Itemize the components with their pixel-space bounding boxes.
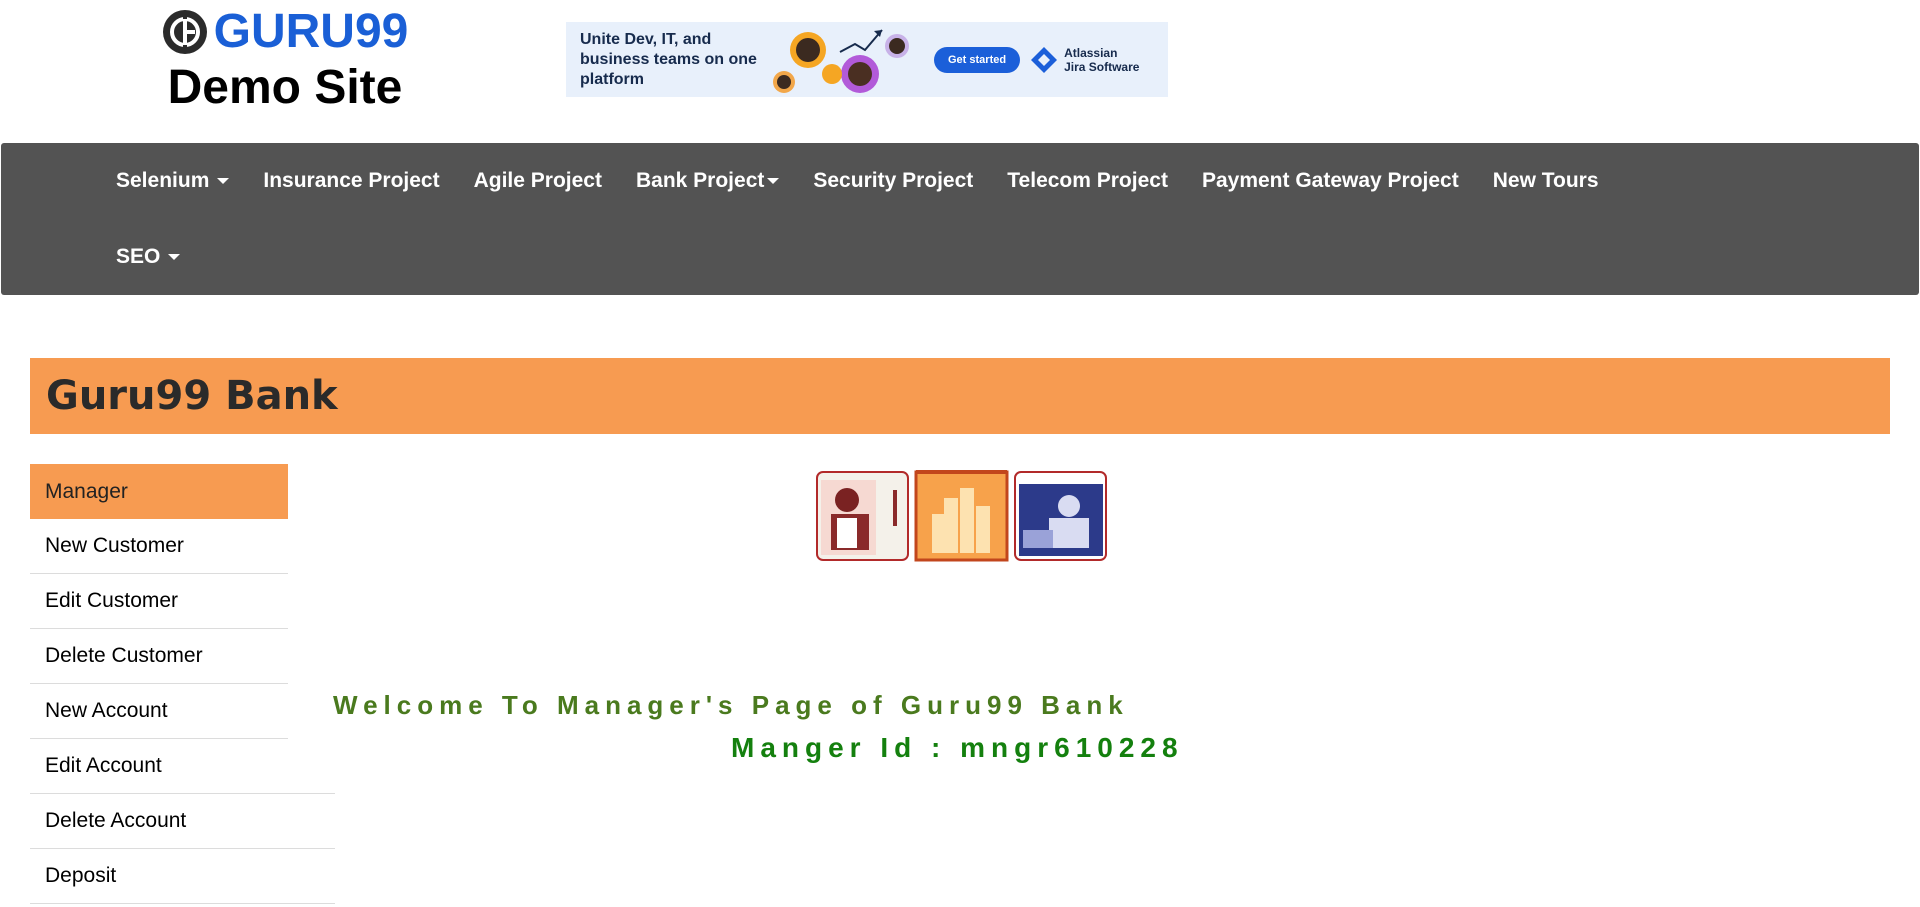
ad-illustration: [770, 22, 920, 97]
logo-text: GURU99: [213, 5, 409, 58]
people-illustration-icon: [773, 29, 909, 93]
menu-item-new-account[interactable]: New Account: [30, 684, 288, 739]
nav-row-1: Selenium Insurance Project Agile Project…: [99, 143, 1616, 219]
guru99-logo-icon: [162, 10, 207, 54]
manager-id-label: Manger Id : mngr610228: [731, 732, 1184, 763]
get-started-button[interactable]: Get started: [934, 46, 1021, 73]
nav-item-agile-project[interactable]: Agile Project: [457, 169, 619, 193]
nav-label: New Tours: [1492, 169, 1599, 192]
nav-item-telecom-project[interactable]: Telecom Project: [990, 169, 1185, 193]
nav-label: Bank Project: [635, 169, 765, 192]
brand-line-2: Jira Software: [1064, 59, 1140, 74]
nav-item-new-tours[interactable]: New Tours: [1476, 169, 1616, 193]
ad-text: Unite Dev, IT, and business teams on one…: [580, 30, 757, 88]
menu-label: New Account: [45, 699, 168, 722]
menu-label: Edit Customer: [45, 589, 179, 612]
atlassian-brand: Atlassian Jira Software: [1030, 46, 1139, 74]
menu-item-new-customer[interactable]: New Customer: [30, 519, 288, 574]
nav-label: Security Project: [813, 169, 974, 192]
nav-label: Telecom Project: [1007, 169, 1168, 192]
manager-sidebar-menu: Manager New Customer Edit Customer Delet…: [30, 464, 335, 904]
nav-item-seo[interactable]: SEO: [99, 245, 197, 269]
nav-label: Payment Gateway Project: [1201, 169, 1459, 192]
caret-down-icon: [217, 178, 230, 184]
nav-item-security-project[interactable]: Security Project: [796, 169, 990, 193]
bank-title-bar: Guru99 Bank: [30, 358, 1890, 434]
bank-title: Guru99 Bank: [46, 373, 338, 419]
menu-item-delete-account[interactable]: Delete Account: [30, 794, 335, 849]
menu-item-edit-customer[interactable]: Edit Customer: [30, 574, 288, 629]
businessman-desk-image: [1014, 471, 1107, 561]
coins-stack-image: [914, 470, 1009, 562]
menu-item-manager[interactable]: Manager: [30, 464, 288, 519]
site-title: Demo Site: [167, 61, 403, 114]
nav-item-payment-gateway-project[interactable]: Payment Gateway Project: [1185, 169, 1476, 193]
menu-label: Delete Customer: [45, 644, 203, 667]
menu-label: New Customer: [45, 534, 184, 557]
nav-item-selenium[interactable]: Selenium: [99, 169, 246, 193]
nav-item-insurance-project[interactable]: Insurance Project: [246, 169, 456, 193]
nav-label: SEO: [116, 245, 161, 268]
nav-label: Insurance Project: [263, 169, 440, 192]
brand-line-1: Atlassian: [1064, 45, 1118, 60]
nav-item-bank-project[interactable]: Bank Project: [619, 169, 796, 193]
menu-item-edit-account[interactable]: Edit Account: [30, 739, 335, 794]
guru99-logo[interactable]: GURU99 Demo Site: [150, 8, 420, 114]
menu-item-delete-customer[interactable]: Delete Customer: [30, 629, 288, 684]
bank-banner-images: [815, 470, 1110, 565]
ad-banner[interactable]: Unite Dev, IT, and business teams on one…: [566, 22, 1168, 97]
caret-down-icon: [767, 178, 780, 184]
menu-label: Deposit: [45, 864, 117, 887]
nav-row-2: SEO: [99, 219, 197, 295]
businessman-phone-image: [816, 471, 909, 561]
menu-item-deposit[interactable]: Deposit: [30, 849, 335, 904]
nav-label: Selenium: [116, 169, 210, 192]
menu-label: Delete Account: [45, 809, 187, 832]
welcome-message: Welcome To Manager's Page of Guru99 Bank: [333, 690, 1129, 720]
jira-diamond-icon: [1031, 46, 1058, 73]
caret-down-icon: [168, 254, 181, 260]
nav-label: Agile Project: [473, 169, 602, 192]
main-navbar: Selenium Insurance Project Agile Project…: [1, 143, 1919, 295]
menu-label: Manager: [45, 479, 128, 503]
menu-label: Edit Account: [45, 754, 162, 777]
site-header: GURU99 Demo Site Unite Dev, IT, and busi…: [0, 0, 1920, 143]
